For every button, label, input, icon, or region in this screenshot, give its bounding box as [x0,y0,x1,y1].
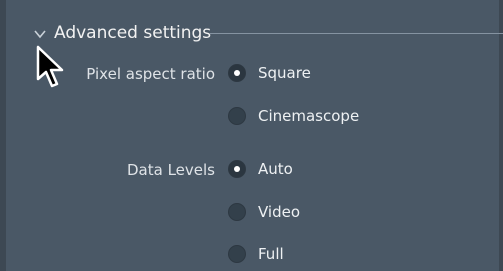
radio-auto-circle [228,160,246,178]
chevron-down-icon [34,30,46,39]
radio-square[interactable]: Square [228,64,311,82]
radio-cinemascope[interactable]: Cinemascope [228,107,359,125]
radio-full-label: Full [258,245,284,263]
radio-video-label: Video [258,203,301,221]
data-levels-label: Data Levels [127,161,215,179]
panel-right-edge [499,0,503,271]
radio-video-circle [228,203,246,221]
radio-cinemascope-circle [228,107,246,125]
settings-panel: Advanced settings Pixel aspect ratio Squ… [0,0,503,271]
advanced-settings-title: Advanced settings [54,23,212,43]
radio-auto[interactable]: Auto [228,160,293,178]
mouse-pointer-icon [36,45,64,88]
section-divider [210,33,503,34]
radio-cinemascope-label: Cinemascope [258,107,360,125]
radio-square-circle [228,64,246,82]
radio-full-circle [228,245,246,263]
advanced-settings-toggle[interactable]: Advanced settings [33,21,211,45]
panel-left-edge [0,0,6,271]
radio-video[interactable]: Video [228,203,300,221]
radio-square-label: Square [258,64,311,82]
radio-auto-label: Auto [258,160,293,178]
radio-full[interactable]: Full [228,245,284,263]
